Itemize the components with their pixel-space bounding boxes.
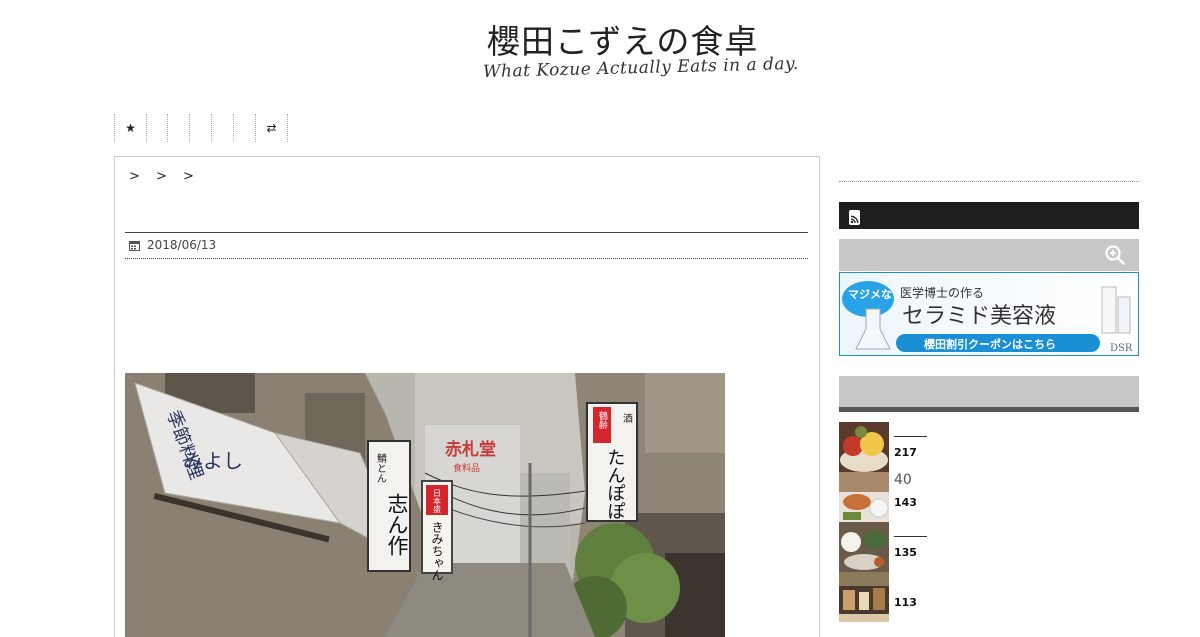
shuffle-icon: ⇄ xyxy=(266,121,277,135)
ranking-title-divider xyxy=(894,536,927,537)
sign-tanpopo: たんぽぽ xyxy=(605,448,626,520)
ranking-count: 217 xyxy=(894,446,917,459)
star-icon: ★ xyxy=(125,121,136,135)
nav-item-favorite[interactable]: ★ xyxy=(114,114,146,142)
ad-line-2: セラミド美容液 xyxy=(902,304,1056,329)
nav-item-2[interactable] xyxy=(167,114,189,142)
calendar-icon xyxy=(129,240,140,251)
building-sign: 赤札堂 xyxy=(445,439,496,460)
nav-item-random[interactable]: ⇄ xyxy=(255,114,288,142)
awning-text-bottom: みよし xyxy=(183,449,243,473)
nav-item-4[interactable] xyxy=(211,114,233,142)
article-container: > > > 2018/06/13 季節料理 みよし 鯖とん 志ん作 日本盛 きみ… xyxy=(114,156,820,637)
breadcrumb[interactable]: > > > xyxy=(129,169,200,184)
post-date: 2018/06/13 xyxy=(147,238,217,252)
ranking-thumbnail xyxy=(839,522,889,572)
building-sign-sub: 食料品 xyxy=(453,462,480,474)
ranking-count: 135 xyxy=(894,546,917,559)
ranking-item[interactable]: 135 xyxy=(839,522,1139,572)
nav-item-5[interactable] xyxy=(233,114,255,142)
post-meta: 2018/06/13 xyxy=(129,238,216,252)
sidebar-divider xyxy=(839,181,1139,182)
sign-tanpopo-top: 鶴齢 xyxy=(597,410,608,430)
ranking-thumbnail xyxy=(839,422,889,472)
ranking-item[interactable]: 40 143 xyxy=(839,472,1139,522)
ad-brand: DSR xyxy=(1110,343,1133,354)
global-nav: ★ ⇄ xyxy=(114,114,288,142)
sign-shinsaku-top: 鯖とん xyxy=(375,452,387,483)
nav-item-3[interactable] xyxy=(189,114,211,142)
ad-line-1: 医学博士の作る xyxy=(900,285,984,300)
nav-item-1[interactable] xyxy=(146,114,167,142)
sign-kimichan: きみちゃん xyxy=(430,521,444,581)
search-icon[interactable] xyxy=(1105,245,1125,265)
rss-bar[interactable] xyxy=(839,202,1139,229)
ad-cta: 櫻田割引クーポンはこちら xyxy=(923,337,1056,351)
ranking-item[interactable]: 113 xyxy=(839,572,1139,622)
ranking-item[interactable]: 217 xyxy=(839,422,1139,472)
ranking-count: 143 xyxy=(894,496,917,509)
ad-banner[interactable]: マジメな 医学博士の作る セラミド美容液 櫻田割引クーポンはこちら DSR xyxy=(839,272,1139,356)
ranking-count: 113 xyxy=(894,596,917,609)
ranking-title[interactable]: 40 xyxy=(894,472,912,488)
site-logo[interactable]: 櫻田こずえの食卓 What Kozue Actually Eats in a d… xyxy=(480,22,799,84)
sign-tanpopo-side: 酒 xyxy=(621,413,633,424)
search-bar[interactable] xyxy=(839,239,1139,271)
ad-badge: マジメな xyxy=(848,288,892,301)
ranking-thumbnail xyxy=(839,572,889,622)
article-photo: 季節料理 みよし 鯖とん 志ん作 日本盛 きみちゃん 赤札堂 食料品 鶴齢 酒 … xyxy=(125,373,725,637)
title-divider xyxy=(125,232,808,233)
ranking-title-divider xyxy=(894,436,927,437)
sign-kimichan-top: 日本盛 xyxy=(433,489,442,513)
ranking-thumbnail xyxy=(839,472,889,522)
ranking-header xyxy=(839,376,1139,412)
meta-divider xyxy=(125,258,808,259)
rss-icon xyxy=(849,210,860,225)
sign-shinsaku: 志ん作 xyxy=(385,493,409,556)
